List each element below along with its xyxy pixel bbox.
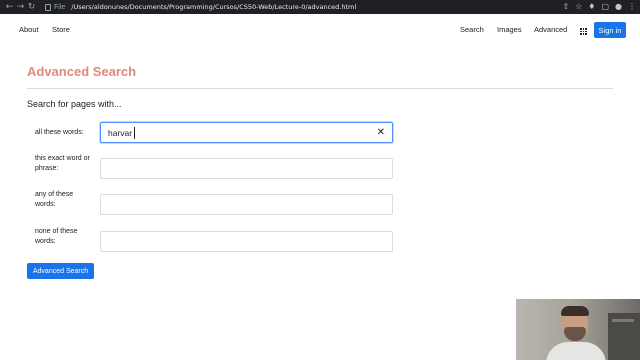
none-words-label: none of these words: bbox=[35, 228, 78, 245]
file-icon bbox=[45, 3, 51, 11]
nav-store-link[interactable]: Store bbox=[52, 25, 70, 34]
browser-toolbar: ← → ↻ File /Users/aldonunes/Documents/Pr… bbox=[0, 0, 640, 14]
all-words-input[interactable]: harvar ✕ bbox=[100, 122, 393, 143]
nav-search-link[interactable]: Search bbox=[460, 25, 484, 34]
sidebar-icon[interactable]: ▢ bbox=[601, 0, 609, 14]
profile-icon[interactable]: ● bbox=[615, 0, 622, 14]
menu-dots-icon[interactable]: ⋮ bbox=[628, 0, 636, 14]
form-subtitle: Search for pages with... bbox=[27, 99, 122, 109]
bookmark-star-icon[interactable]: ☆ bbox=[575, 0, 582, 14]
page-title: Advanced Search bbox=[27, 64, 137, 79]
nav-about-link[interactable]: About bbox=[19, 25, 39, 34]
title-divider bbox=[27, 88, 613, 89]
address-bar[interactable]: File /Users/aldonunes/Documents/Programm… bbox=[45, 0, 356, 14]
clear-icon[interactable]: ✕ bbox=[377, 126, 385, 139]
webcam-person-hair bbox=[561, 306, 589, 316]
url-text[interactable]: /Users/aldonunes/Documents/Programming/C… bbox=[71, 3, 356, 11]
extensions-icon[interactable]: ♦ bbox=[588, 0, 595, 14]
all-words-value: harvar bbox=[108, 128, 133, 138]
share-icon[interactable]: ⇧ bbox=[562, 0, 569, 14]
any-words-input[interactable] bbox=[100, 194, 393, 215]
sign-in-button[interactable]: Sign in bbox=[594, 22, 626, 38]
none-words-input[interactable] bbox=[100, 231, 393, 252]
nav-images-link[interactable]: Images bbox=[497, 25, 522, 34]
forward-icon[interactable]: → bbox=[15, 0, 26, 14]
file-label: File bbox=[54, 3, 66, 11]
any-words-label: any of these words: bbox=[35, 191, 74, 208]
advanced-search-button[interactable]: Advanced Search bbox=[27, 263, 94, 279]
top-nav: About Store Search Images Advanced bbox=[0, 22, 640, 40]
webcam-overlay bbox=[516, 299, 640, 360]
webcam-shelf-detail bbox=[612, 319, 634, 322]
all-words-label: all these words: bbox=[35, 129, 84, 136]
nav-advanced-link[interactable]: Advanced bbox=[534, 25, 567, 34]
back-icon[interactable]: ← bbox=[4, 0, 15, 14]
exact-phrase-input[interactable] bbox=[100, 158, 393, 179]
exact-phrase-label: this exact word or phrase: bbox=[35, 155, 90, 172]
text-cursor bbox=[134, 127, 135, 139]
reload-icon[interactable]: ↻ bbox=[26, 0, 37, 14]
apps-grid-icon[interactable] bbox=[580, 28, 587, 35]
